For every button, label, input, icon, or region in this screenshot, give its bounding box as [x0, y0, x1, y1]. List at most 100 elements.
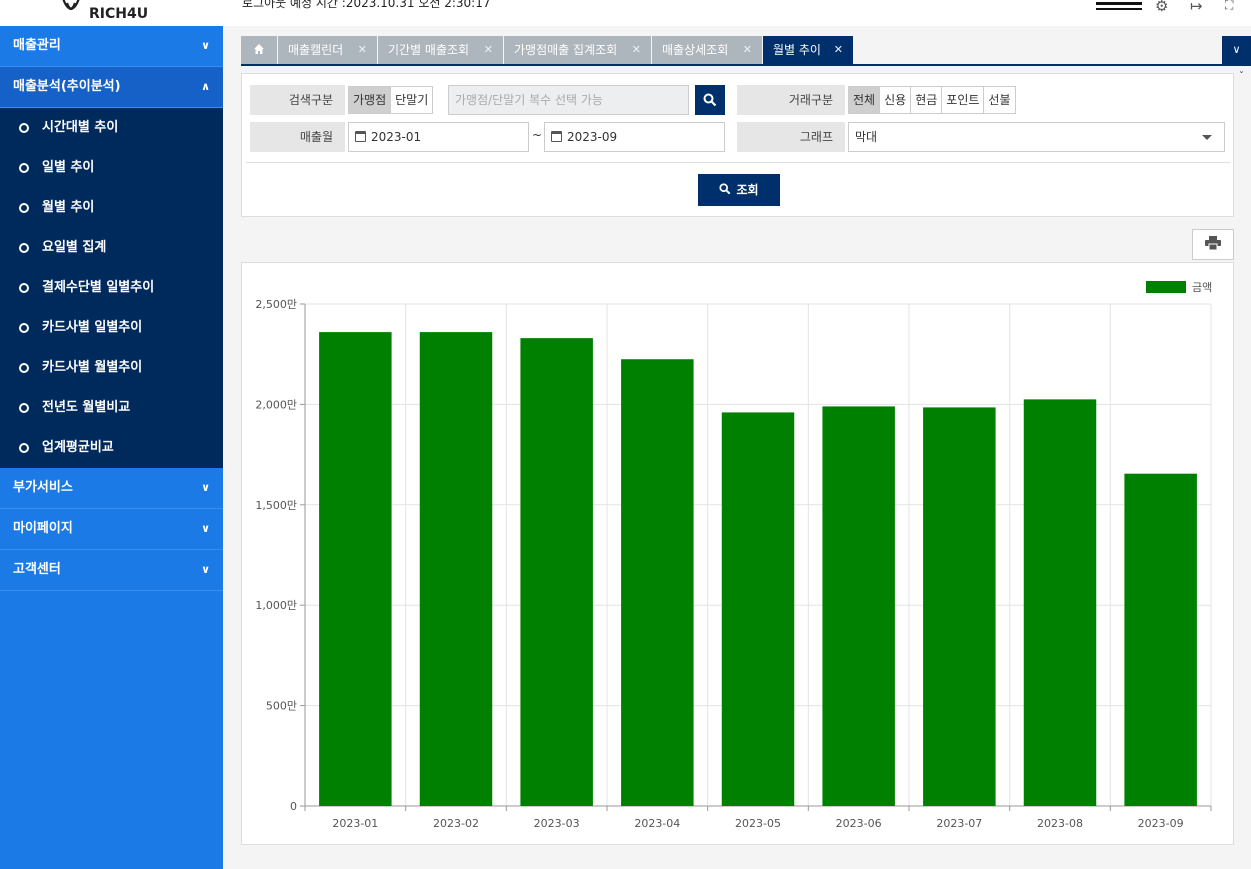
graph-type-select[interactable]: 막대 [848, 122, 1225, 152]
menu-label: 고객센터 [13, 562, 61, 577]
home-icon [254, 44, 264, 54]
tab-sales-detail[interactable]: 매출상세조회 ✕ [652, 36, 762, 64]
menu-customer-center[interactable]: 고객센터 ∨ [0, 550, 223, 591]
monthly-trend-chart: 0 500만 1,000만 1,500만 2,000만 2,500만 2023-01 2023… [241, 262, 1234, 845]
x-tick-label: 2023-03 [534, 817, 580, 830]
chevron-up-icon: ∧ [201, 80, 210, 93]
tab-monthly-trend[interactable]: 월별 추이 ✕ [763, 36, 853, 64]
gear-icon[interactable]: ⚙ [1155, 0, 1168, 15]
tab-merchant-summary[interactable]: 가맹점매출 집계조회 ✕ [504, 36, 651, 64]
chevron-double-down-icon: ∨ [1232, 43, 1241, 56]
sales-analysis-submenu: 시간대별 추이 일별 추이 월별 추이 요일별 집계 결제수단별 일별추이 카드… [0, 108, 223, 468]
bullet-icon [19, 403, 29, 413]
close-icon[interactable]: ✕ [743, 36, 752, 64]
submenu-item-hourly[interactable]: 시간대별 추이 [0, 108, 223, 148]
trade-type-credit[interactable]: 신용 [880, 87, 912, 113]
menu-sales-analysis[interactable]: 매출분석(추이분석) ∧ [0, 67, 223, 108]
submenu-item-monthly[interactable]: 월별 추이 [0, 188, 223, 228]
trade-type-prepaid[interactable]: 선불 [984, 87, 1015, 113]
close-icon[interactable]: ✕ [358, 36, 367, 64]
submenu-item-industry-avg[interactable]: 업계평균비교 [0, 428, 223, 468]
printer-icon [1205, 236, 1221, 251]
range-separator: ~ [532, 128, 543, 142]
calendar-icon [551, 131, 562, 142]
merchant-search-input[interactable]: 가맹점/단말기 복수 선택 가능 [448, 85, 689, 115]
submenu-label: 요일별 집계 [42, 240, 107, 255]
logout-icon[interactable]: ↦ [1190, 0, 1203, 15]
fullscreen-icon[interactable]: ⛶ [1225, 0, 1233, 13]
bar-2023-09[interactable] [1124, 473, 1197, 806]
bullet-icon [19, 203, 29, 213]
search-type-merchant[interactable]: 가맹점 [349, 87, 392, 113]
tab-period-sales[interactable]: 기간별 매출조회 ✕ [378, 36, 503, 64]
search-icon [719, 183, 731, 195]
tab-label: 월별 추이 [773, 43, 821, 57]
tab-label: 매출상세조회 [662, 43, 729, 57]
search-type-toggle: 가맹점 단말기 [348, 86, 434, 114]
x-tick-label: 2023-07 [936, 817, 982, 830]
logo[interactable]: RICH4U [0, 0, 223, 26]
trade-type-label: 거래구분 [737, 85, 845, 115]
trade-type-point[interactable]: 포인트 [942, 87, 985, 113]
merchant-search-button[interactable] [695, 85, 725, 115]
search-type-terminal[interactable]: 단말기 [391, 87, 433, 113]
bar-2023-08[interactable] [1023, 399, 1097, 806]
submenu-item-card-daily[interactable]: 카드사별 일별추이 [0, 308, 223, 348]
bar-2023-03[interactable] [520, 338, 593, 806]
trade-type-cash[interactable]: 현금 [911, 87, 943, 113]
close-icon[interactable]: ✕ [484, 36, 493, 64]
submenu-item-payment-daily[interactable]: 결제수단별 일별추이 [0, 268, 223, 308]
search-submit-button[interactable]: 조회 [698, 174, 780, 206]
submenu-label: 결제수단별 일별추이 [42, 280, 155, 295]
submenu-item-card-monthly[interactable]: 카드사별 월별추이 [0, 348, 223, 388]
chevron-down-icon: ∨ [201, 39, 210, 52]
print-button[interactable] [1192, 229, 1234, 260]
submenu-item-weekday[interactable]: 요일별 집계 [0, 228, 223, 268]
bar-2023-04[interactable] [621, 359, 694, 806]
bullet-icon [19, 363, 29, 373]
month-from-input[interactable]: 2023-01 [348, 122, 529, 152]
submenu-item-prev-year[interactable]: 전년도 월별비교 [0, 388, 223, 428]
tab-label: 가맹점매출 집계조회 [514, 43, 618, 57]
tab-home[interactable] [241, 36, 277, 64]
tab-sales-calendar[interactable]: 매출캘린더 ✕ [278, 36, 377, 64]
user-name-redacted [1096, 2, 1142, 10]
x-tick-label: 2023-05 [735, 817, 781, 830]
menu-extra-services[interactable]: 부가서비스 ∨ [0, 468, 223, 509]
bar-2023-07[interactable] [923, 407, 996, 806]
x-tick-label: 2023-08 [1037, 817, 1083, 830]
logout-timer: 로그아웃 예정 시간 :2023.10.31 오전 2:30:17 [242, 0, 491, 10]
menu-label: 마이페이지 [13, 521, 73, 536]
close-icon[interactable]: ✕ [834, 36, 843, 64]
y-tick-label: 1,000만 [255, 599, 297, 612]
side-menu: 매출관리 ∨ 매출분석(추이분석) ∧ 시간대별 추이 일별 추이 월별 추이 … [0, 26, 223, 591]
bullet-icon [19, 323, 29, 333]
search-submit-label: 조회 [736, 183, 759, 197]
bar-2023-05[interactable] [721, 412, 795, 806]
month-to-input[interactable]: 2023-09 [544, 122, 725, 152]
panel-collapse-icon[interactable]: ˇ [1239, 71, 1244, 82]
submenu-label: 월별 추이 [42, 200, 95, 215]
submenu-label: 일별 추이 [42, 160, 95, 175]
tab-list-button[interactable]: ∨ [1222, 36, 1251, 64]
bar-2023-06[interactable] [822, 406, 895, 806]
submenu-label: 업계평균비교 [42, 440, 114, 455]
search-filter-panel: 검색구분 가맹점 단말기 가맹점/단말기 복수 선택 가능 거래구분 전체 신용… [241, 73, 1234, 217]
menu-sales-management[interactable]: 매출관리 ∨ [0, 26, 223, 67]
trade-type-all[interactable]: 전체 [849, 87, 881, 113]
chevron-down-icon: ∨ [201, 481, 210, 494]
menu-label: 부가서비스 [13, 480, 73, 495]
bar-2023-01[interactable] [319, 332, 392, 806]
legend-label[interactable]: 금액 [1192, 281, 1212, 294]
menu-my-page[interactable]: 마이페이지 ∨ [0, 509, 223, 550]
submenu-item-daily[interactable]: 일별 추이 [0, 148, 223, 188]
tab-label: 기간별 매출조회 [388, 43, 470, 57]
close-icon[interactable]: ✕ [632, 36, 641, 64]
bullet-icon [19, 123, 29, 133]
x-tick-label: 2023-04 [634, 817, 680, 830]
x-tick-label: 2023-01 [332, 817, 378, 830]
legend-swatch [1146, 281, 1186, 293]
bar-2023-02[interactable] [419, 332, 493, 806]
bullet-icon [19, 243, 29, 253]
sidebar: RICH4U 매출관리 ∨ 매출분석(추이분석) ∧ 시간대별 추이 일별 추이… [0, 0, 223, 869]
